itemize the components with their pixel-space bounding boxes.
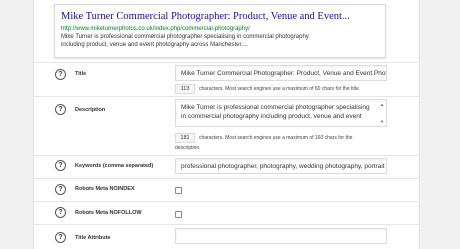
divider (34, 96, 420, 97)
help-icon[interactable]: ? (55, 104, 66, 115)
help-icon[interactable]: ? (55, 69, 66, 80)
description-label: Description (75, 107, 106, 113)
divider (34, 178, 420, 179)
description-textarea[interactable]: Mike Turner is professional commercial p… (175, 99, 387, 127)
preview-url: http://www.miketurnerphotos.co.uk/index.… (61, 26, 250, 32)
preview-title-link[interactable]: Mike Turner Commercial Photographer: Pro… (61, 10, 379, 23)
noindex-label: Robots Meta NOINDEX (75, 186, 135, 192)
title-input[interactable]: Mike Turner Commercial Photographer: Pro… (175, 65, 387, 81)
description-text: Mike Turner is professional commercial p… (181, 104, 370, 120)
divider (34, 155, 420, 156)
scroll-down-arrow-icon[interactable]: ▼ (379, 119, 385, 124)
title-char-count: 113 (175, 84, 195, 94)
help-icon[interactable]: ? (55, 184, 66, 195)
help-icon[interactable]: ? (55, 160, 66, 171)
scroll-up-arrow-icon[interactable]: ▲ (379, 102, 385, 107)
divider (34, 201, 420, 202)
preview-description: Mike Turner is professional commercial p… (61, 34, 309, 48)
divider (34, 224, 420, 225)
snippet-preview: Mike Turner Commercial Photographer: Pro… (54, 4, 386, 58)
divider (34, 62, 420, 63)
help-icon[interactable]: ? (55, 207, 66, 218)
help-icon[interactable]: ? (55, 232, 66, 243)
title-count-note: characters. Most search engines use a ma… (199, 86, 361, 92)
description-count-note-cont: description. (175, 145, 201, 151)
nofollow-label: Robots Meta NOFOLLOW (75, 210, 142, 216)
title-attribute-label: Title Attribute (75, 235, 111, 241)
description-char-count: 181 (175, 133, 195, 143)
title-attribute-input[interactable] (175, 228, 387, 244)
keywords-input[interactable]: professional photographer, photography, … (175, 158, 387, 174)
nofollow-checkbox[interactable] (175, 211, 182, 218)
description-count-note: characters. Most search engines use a ma… (199, 135, 353, 141)
textarea-scrollbar[interactable]: ▲ ▼ (379, 101, 385, 125)
title-label: Title (75, 71, 87, 77)
keywords-label: Keywords (comma separated) (75, 163, 154, 169)
noindex-checkbox[interactable] (175, 187, 182, 194)
